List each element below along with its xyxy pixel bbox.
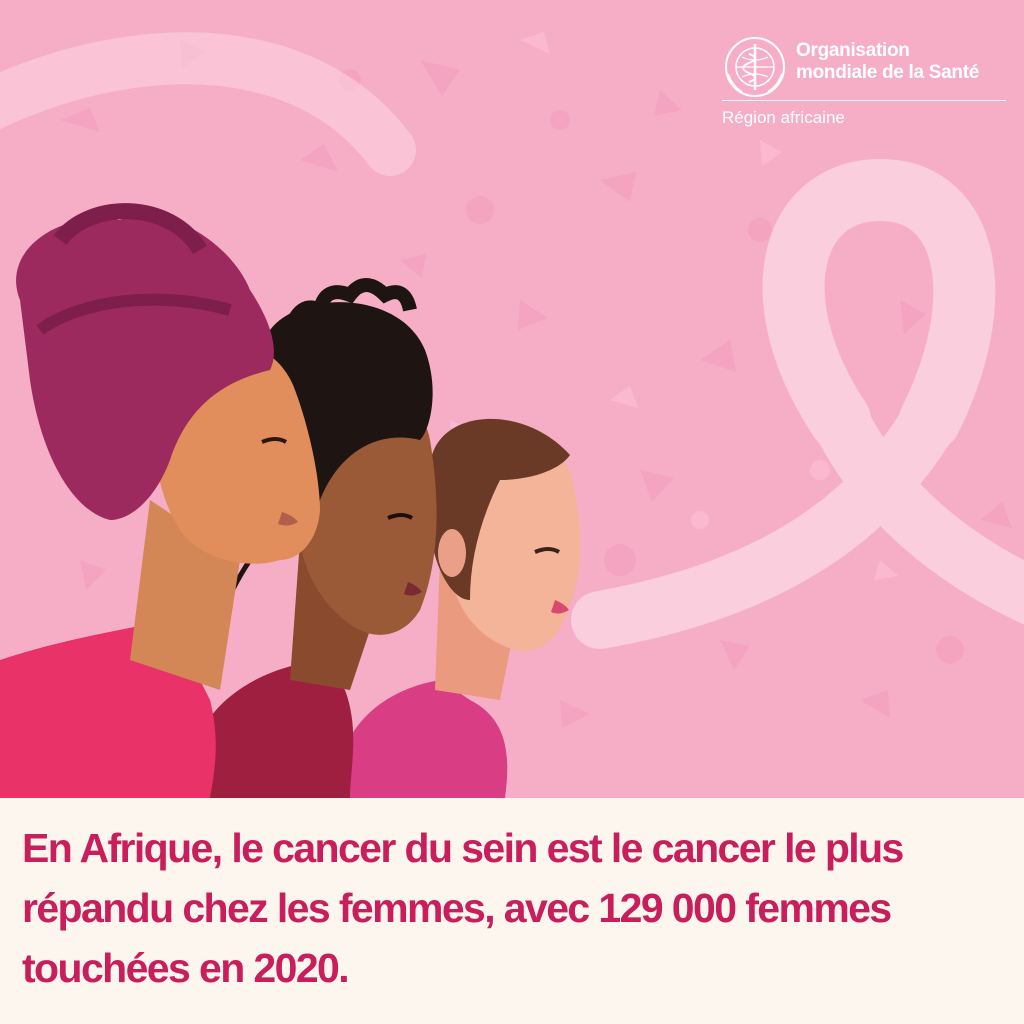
poster: Organisation mondiale de la Santé Région…	[0, 0, 1024, 1024]
organization-name-line1: Organisation	[796, 40, 910, 61]
who-emblem-icon	[725, 37, 785, 97]
caption-text: En Afrique, le cancer du sein est le can…	[22, 825, 904, 991]
organization-name-line2: mondiale de la Santé	[796, 62, 979, 83]
logo-divider	[722, 100, 1006, 101]
ribbon-arc	[0, 32, 416, 176]
illustration-panel: Organisation mondiale de la Santé Région…	[0, 0, 1024, 798]
who-logo[interactable]: Organisation mondiale de la Santé Région…	[722, 34, 1006, 134]
caption-panel: En Afrique, le cancer du sein est le can…	[0, 798, 1024, 1024]
pink-ribbon-icon	[571, 159, 1024, 649]
organization-region: Région africaine	[722, 108, 845, 127]
organization-name: Organisation mondiale de la Santé	[796, 40, 979, 84]
